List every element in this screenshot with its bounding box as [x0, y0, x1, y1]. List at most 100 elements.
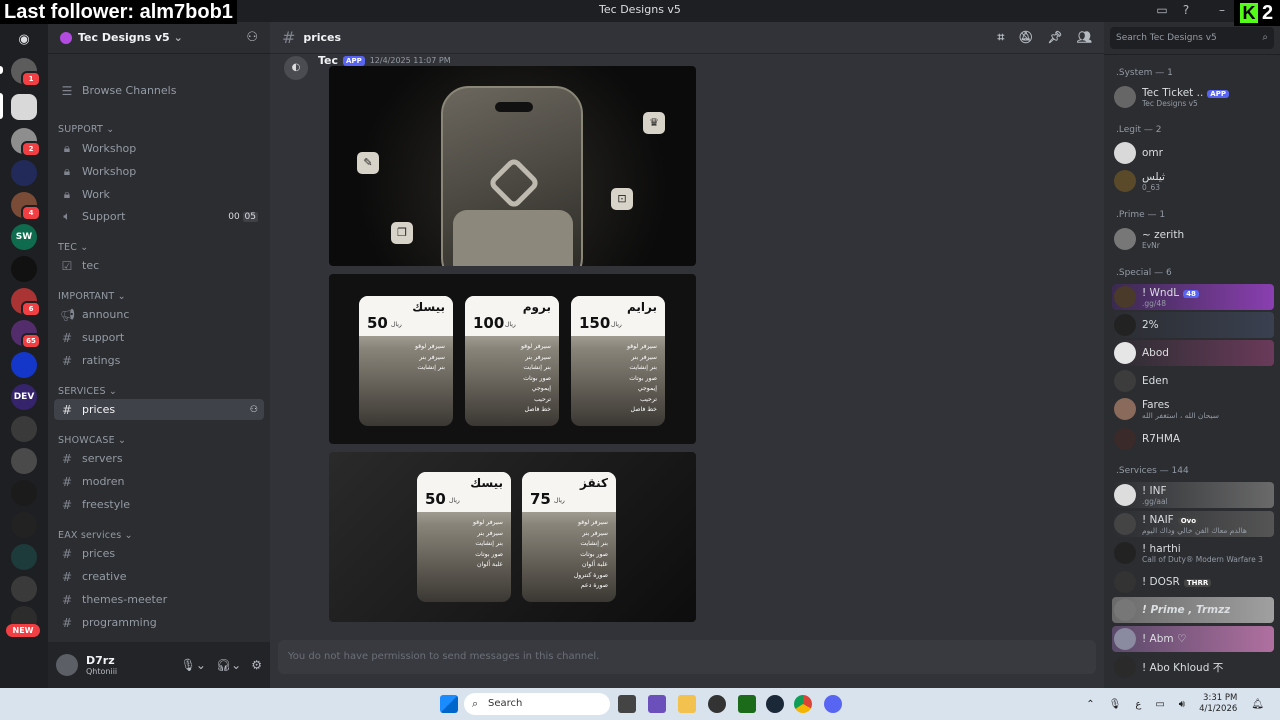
category-tec[interactable]: TEC ⌄ [58, 242, 88, 253]
server-icon[interactable] [11, 544, 37, 570]
channel-themes-meeter[interactable]: # themes-meeter [54, 589, 264, 610]
headphones-icon[interactable]: 🎧︎⌄ [216, 658, 241, 672]
bag-icon: ⊡ [611, 188, 633, 210]
category-eax-services[interactable]: EAX services ⌄ [58, 530, 133, 541]
gear-icon[interactable]: ⚙ [251, 658, 262, 672]
avatar [1114, 599, 1136, 621]
member-item[interactable]: ! WndL 48 .gg/48 [1112, 284, 1274, 310]
discord-taskbar-icon[interactable] [824, 695, 842, 713]
file-explorer-icon[interactable] [678, 695, 696, 713]
member-item[interactable]: ! harthi Call of Duty® Modern Warfare 3 [1112, 540, 1274, 566]
discord-home-icon[interactable]: ◉ [11, 26, 37, 52]
category-showcase[interactable]: SHOWCASE ⌄ [58, 435, 126, 446]
app-icon[interactable] [738, 695, 756, 713]
new-badge: NEW [6, 624, 40, 637]
member-item[interactable]: Tec Ticket .. APP Tec Designs v5 [1112, 84, 1274, 110]
channel-announc[interactable]: 📢︎ announc [54, 304, 264, 325]
member-item[interactable]: R7HMA [1112, 426, 1274, 452]
invite-people-icon[interactable]: ⚇ [246, 30, 258, 45]
network-icon[interactable]: ▭ [1155, 699, 1164, 710]
taskbar-search[interactable]: ⌕ Search [464, 693, 610, 715]
channel-ratings[interactable]: # ratings [54, 350, 264, 371]
member-item[interactable]: omr [1112, 140, 1274, 166]
channel-programming[interactable]: # programming [54, 612, 264, 633]
chrome-icon[interactable] [794, 695, 812, 713]
member-item[interactable]: ثيلس 0_63 [1112, 168, 1274, 194]
member-item[interactable]: Fares سبحان الله ، استغفر الله [1112, 396, 1274, 422]
copilot-icon[interactable] [648, 695, 666, 713]
channel-prices-active[interactable]: # prices ⚇ [54, 399, 264, 420]
hash-icon: # [61, 451, 73, 466]
channel-modren[interactable]: # modren [54, 471, 264, 492]
member-item[interactable]: ! DOSR THRR [1112, 569, 1274, 595]
server-icon[interactable]: 6 [11, 288, 41, 317]
member-item[interactable]: ! Abo Khloud 不 [1112, 654, 1274, 680]
voice-channel-support[interactable]: 🔈︎ Support 00 05 [54, 206, 264, 227]
server-icon[interactable] [11, 480, 37, 506]
channel-workshop[interactable]: 🔒︎ Workshop [54, 138, 264, 159]
server-icon[interactable] [11, 512, 37, 538]
steam-icon[interactable] [766, 695, 784, 713]
channel-servers[interactable]: # servers [54, 448, 264, 469]
mention-badge: 1 [21, 71, 41, 87]
language-indicator[interactable]: ع [1135, 699, 1141, 710]
member-item[interactable]: ! Prime , Trmzz [1112, 597, 1274, 623]
server-icon[interactable] [11, 448, 37, 474]
member-item[interactable]: ~ zerith EvNr [1112, 226, 1274, 252]
search-input[interactable]: Search Tec Designs v5 ⌕ [1110, 27, 1274, 49]
image-attachment-prices[interactable]: بيسك 50 ريال سيرفر لوقو سيرفر بنر بنر إنشا… [329, 274, 696, 444]
server-icon[interactable]: 2 [11, 128, 41, 157]
server-icon[interactable]: DEV [11, 384, 37, 410]
channel-workshop[interactable]: 🔒︎ Workshop [54, 161, 264, 182]
category-services[interactable]: SERVICES ⌄ [58, 386, 117, 397]
notification-icon[interactable]: 🔔︎ [1251, 699, 1264, 710]
channel-eax-prices[interactable]: # prices [54, 543, 264, 564]
task-view-icon[interactable] [618, 695, 636, 713]
image-attachment-prices-2[interactable]: بيسك 50 ريال سيرفر لوقو سيرفر بنر بنر إنشا… [329, 452, 696, 622]
server-icon[interactable]: 65 [11, 320, 41, 349]
category-important[interactable]: IMPORTANT ⌄ [58, 291, 126, 302]
channel-work[interactable]: 🔒︎ Work [54, 184, 264, 205]
clock[interactable]: 3:31 PM 4/1/2026 [1199, 693, 1237, 715]
notification-muted-icon[interactable]: 🔕︎ [1018, 30, 1033, 45]
microphone-icon[interactable]: 🎙︎⌄ [181, 658, 206, 672]
server-icon[interactable]: 4 [11, 192, 41, 221]
windows-start-icon[interactable] [440, 695, 458, 713]
volume-icon[interactable]: 🔊︎ [1179, 699, 1185, 710]
member-list-icon[interactable]: 👥︎ [1077, 30, 1092, 45]
server-icon[interactable] [11, 576, 37, 602]
server-icon[interactable] [11, 416, 37, 442]
microphone-icon[interactable]: 🎙︎ [1109, 699, 1122, 710]
help-icon[interactable]: ? [1178, 2, 1194, 18]
chevron-up-icon[interactable]: ⌃ [1086, 699, 1094, 710]
channel-label: freestyle [82, 498, 131, 511]
minimize-icon[interactable]: – [1214, 2, 1230, 18]
image-attachment-phone[interactable]: ✎ ❐ ♛ ⊡ [329, 66, 696, 266]
server-icon[interactable] [11, 160, 37, 186]
member-item[interactable]: ! Abm ♡ [1112, 626, 1274, 652]
server-icon[interactable]: 1 [11, 58, 41, 87]
server-icon[interactable] [11, 256, 37, 282]
channel-support[interactable]: # support [54, 327, 264, 348]
server-header[interactable]: Tec Designs v5 ⌄ ⚇ [48, 22, 270, 54]
channel-freestyle[interactable]: # freestyle [54, 494, 264, 515]
obs-icon[interactable] [708, 695, 726, 713]
avatar[interactable] [56, 654, 78, 676]
server-icon[interactable] [11, 352, 37, 378]
member-item[interactable]: Abod [1112, 340, 1274, 366]
threads-icon[interactable]: ⌗ [998, 30, 1005, 45]
channel-creative[interactable]: # creative [54, 566, 264, 587]
server-icon[interactable]: SW [11, 224, 37, 250]
member-item[interactable]: Eden [1112, 368, 1274, 394]
add-member-icon[interactable]: ⚇ [250, 405, 258, 415]
server-icon-selected[interactable] [11, 94, 37, 120]
member-item[interactable]: 2% [1112, 312, 1274, 338]
category-support[interactable]: SUPPORT ⌄ [58, 124, 114, 135]
channel-tec[interactable]: ☑ tec [54, 255, 264, 276]
inbox-icon[interactable]: ▭ [1154, 2, 1170, 18]
avatar[interactable]: ◐ [284, 56, 308, 80]
member-item[interactable]: ! NAIF Ovo هالدم معاك الفن خالي وداك اليوم [1112, 511, 1274, 537]
pin-icon[interactable]: 📌︎ [1048, 30, 1063, 45]
member-item[interactable]: ! INF .gg/aal [1112, 482, 1274, 508]
browse-channels[interactable]: ☰ Browse Channels [54, 80, 264, 101]
